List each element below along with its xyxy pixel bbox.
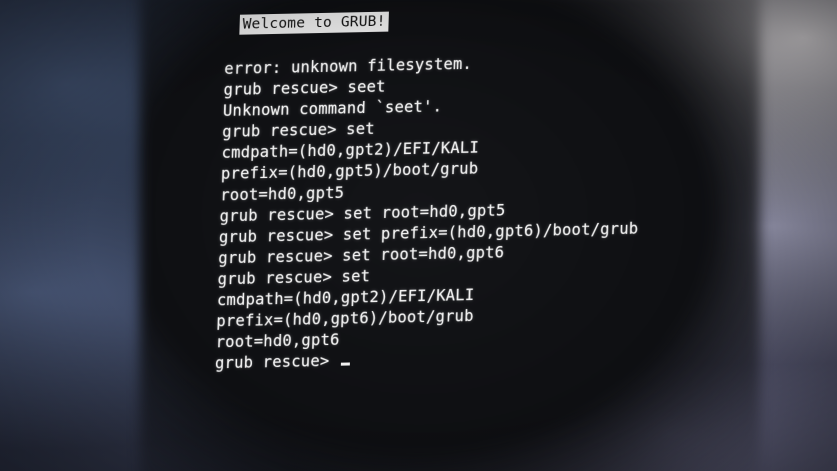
grub-rescue-console[interactable]: Welcome to GRUB! error: unknown filesyst… [215,4,686,374]
text-cursor[interactable] [340,362,350,366]
welcome-banner: Welcome to GRUB! [239,11,389,35]
prompt-label: grub rescue> [214,351,340,373]
photo-background: Welcome to GRUB! error: unknown filesyst… [0,0,837,471]
